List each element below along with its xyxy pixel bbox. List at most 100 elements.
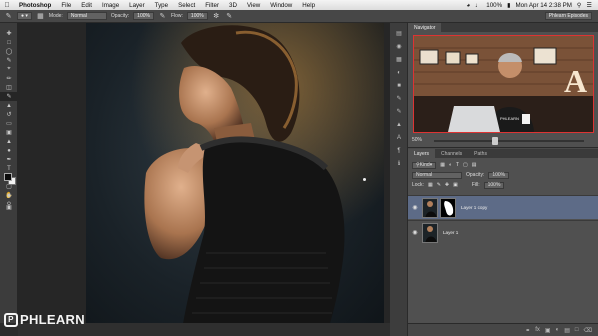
layer-name[interactable]: Layer 1 xyxy=(443,230,458,235)
menu-help[interactable]: Help xyxy=(297,2,320,9)
layer-row[interactable]: ◉ Layer 1 xyxy=(408,220,598,244)
visibility-eye-icon[interactable]: ◉ xyxy=(408,229,422,236)
eyedropper-tool-icon[interactable]: ✏ xyxy=(0,74,18,83)
layer-row[interactable]: ◉ Layer 1 copy xyxy=(408,195,598,219)
wifi-icon[interactable]: ◕ xyxy=(466,2,470,9)
clone-stamp-tool-icon[interactable]: ▲ xyxy=(0,101,18,110)
crop-tool-icon[interactable]: ⌖ xyxy=(0,65,18,74)
lock-transparent-icon[interactable]: ▦ xyxy=(428,182,433,188)
new-group-icon[interactable]: ▤ xyxy=(564,327,570,334)
blur-tool-icon[interactable]: ▲ xyxy=(0,137,18,146)
layer-name[interactable]: Layer 1 copy xyxy=(461,205,487,210)
menu-window[interactable]: Window xyxy=(265,2,297,9)
delete-layer-icon[interactable]: ⌫ xyxy=(584,327,592,334)
navigator-zoom-knob[interactable] xyxy=(492,137,498,145)
menu-filter[interactable]: Filter xyxy=(200,2,224,9)
airbrush-icon[interactable]: ✼ xyxy=(212,12,221,21)
blend-mode-select[interactable]: Normal xyxy=(412,171,462,179)
dodge-tool-icon[interactable]: ● xyxy=(0,146,18,155)
styles-panel-icon[interactable]: ■ xyxy=(390,79,408,92)
apple-icon[interactable]:  xyxy=(0,2,14,9)
menu-photoshop[interactable]: Photoshop xyxy=(14,2,56,9)
menu-edit[interactable]: Edit xyxy=(76,2,97,9)
history-brush-tool-icon[interactable]: ↺ xyxy=(0,110,18,119)
brush-tool-icon[interactable]: ✎ xyxy=(4,12,13,21)
visibility-eye-icon[interactable]: ◉ xyxy=(408,204,422,211)
filter-smart-icon[interactable]: ▤ xyxy=(472,162,477,168)
mode-select[interactable]: Normal xyxy=(66,12,107,20)
foreground-color-swatch[interactable] xyxy=(4,173,12,181)
new-layer-icon[interactable]: □ xyxy=(575,327,579,333)
document-canvas[interactable] xyxy=(18,23,390,336)
brush-panel-icon[interactable]: ✎ xyxy=(390,92,408,105)
move-tool-icon[interactable]: ✚ xyxy=(0,29,18,38)
filter-type-icon[interactable]: T xyxy=(456,162,459,168)
link-layers-icon[interactable]: ⚭ xyxy=(525,327,530,334)
lasso-tool-icon[interactable]: ◯ xyxy=(0,47,18,56)
layer-opacity-field[interactable]: 100% xyxy=(488,171,510,179)
menu-layer[interactable]: Layer xyxy=(124,2,149,9)
swatches-panel-icon[interactable]: ▦ xyxy=(390,53,408,66)
tab-paths[interactable]: Paths xyxy=(468,149,493,158)
type-tool-icon[interactable]: T xyxy=(0,164,18,173)
spotlight-icon[interactable]: ⚲ xyxy=(577,2,582,9)
layer-filter-row: ⚲ Kind ▾ ▦ ◐ T ▢ ▤ xyxy=(408,160,598,170)
menu-type[interactable]: Type xyxy=(150,2,173,9)
menu-file[interactable]: File xyxy=(56,2,76,9)
menu-image[interactable]: Image xyxy=(97,2,124,9)
brush-tool-icon-active[interactable]: ✎ xyxy=(0,92,18,101)
tab-layers[interactable]: Layers xyxy=(408,149,436,158)
adjustments-panel-icon[interactable]: ◐ xyxy=(390,66,408,79)
paragraph-panel-icon[interactable]: ¶ xyxy=(390,144,408,157)
menu-view[interactable]: View xyxy=(242,2,265,9)
history-panel-icon[interactable]: ▤ xyxy=(390,27,408,40)
clone-source-icon[interactable]: ▲ xyxy=(390,118,408,131)
quick-mask-icon[interactable]: ◉ xyxy=(0,191,18,200)
healing-brush-tool-icon[interactable]: ◫ xyxy=(0,83,18,92)
eraser-tool-icon[interactable]: ▭ xyxy=(0,119,18,128)
navigator-zoom-value[interactable]: 50% xyxy=(412,137,422,143)
tab-navigator[interactable]: Navigator xyxy=(408,23,442,32)
adjustment-layer-icon[interactable]: ◐ xyxy=(556,327,560,333)
color-panel-icon[interactable]: ◉ xyxy=(390,40,408,53)
workspace-switcher[interactable]: Phlearn Episodes xyxy=(544,12,592,20)
lock-label: Lock: xyxy=(412,182,424,188)
brush-size-picker[interactable]: ● ▾ xyxy=(17,12,32,20)
layer-kind-filter[interactable]: ⚲ Kind ▾ xyxy=(412,161,437,169)
menu-select[interactable]: Select xyxy=(173,2,200,9)
opacity-field[interactable]: 100% xyxy=(133,12,154,20)
lock-pixels-icon[interactable]: ✎ xyxy=(437,182,441,188)
fill-field[interactable]: 100% xyxy=(483,181,505,189)
layer-style-icon[interactable]: fx xyxy=(535,327,540,333)
navigator-preview[interactable]: A PHLEARN xyxy=(413,35,594,133)
pressure-opacity-icon[interactable]: ✎ xyxy=(158,12,167,21)
navigator-zoom-slider[interactable] xyxy=(434,137,584,145)
layer-thumbnail[interactable] xyxy=(422,222,438,243)
marquee-tool-icon[interactable]: □ xyxy=(0,38,18,47)
pressure-size-icon[interactable]: ✎ xyxy=(225,12,234,21)
gradient-tool-icon[interactable]: ▣ xyxy=(0,128,18,137)
lock-position-icon[interactable]: ✚ xyxy=(445,182,449,188)
clock[interactable]: Mon Apr 14 2:38 PM xyxy=(515,2,571,9)
info-panel-icon[interactable]: ℹ xyxy=(390,157,408,170)
quick-select-tool-icon[interactable]: ✎ xyxy=(0,56,18,65)
brush-panel-icon[interactable]: ▦ xyxy=(36,12,45,21)
character-panel-icon[interactable]: A xyxy=(390,131,408,144)
notification-icon[interactable]: ☰ xyxy=(586,2,592,9)
tab-channels[interactable]: Channels xyxy=(435,149,468,158)
lock-all-icon[interactable]: ▣ xyxy=(453,182,458,188)
pen-tool-icon[interactable]: ✒ xyxy=(0,155,18,164)
battery-icon[interactable]: ▮ xyxy=(507,2,510,9)
menu-3d[interactable]: 3D xyxy=(224,2,242,9)
flow-field[interactable]: 100% xyxy=(186,12,208,20)
screen-mode-icon[interactable]: ▣ xyxy=(0,203,18,212)
layer-thumbnail[interactable] xyxy=(422,197,438,218)
photo-woman-fur-vest[interactable] xyxy=(86,23,384,336)
filter-adjust-icon[interactable]: ◐ xyxy=(449,162,452,168)
filter-pixel-icon[interactable]: ▦ xyxy=(440,162,445,168)
add-mask-icon[interactable]: ▣ xyxy=(545,327,551,334)
volume-icon[interactable]: ♩ xyxy=(475,2,481,9)
layer-mask-thumbnail[interactable] xyxy=(440,197,456,218)
brush-presets-icon[interactable]: ✎ xyxy=(390,105,408,118)
filter-shape-icon[interactable]: ▢ xyxy=(463,162,468,168)
